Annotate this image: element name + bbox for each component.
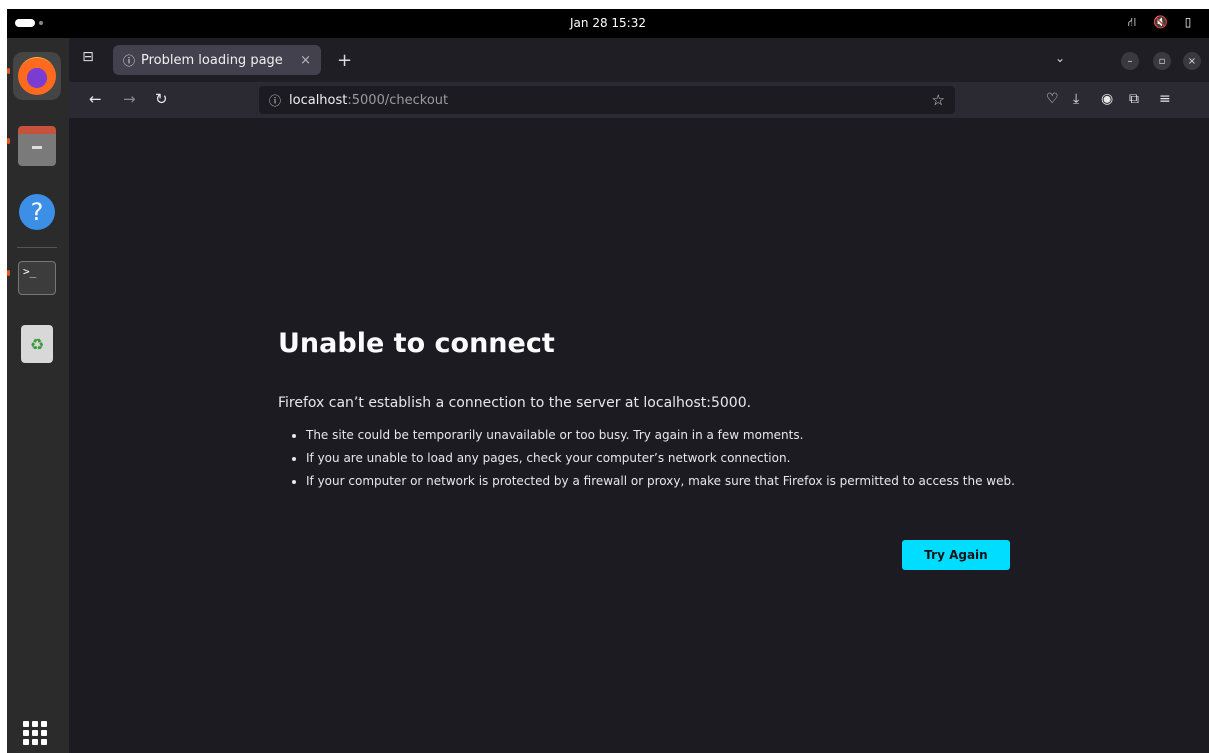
- list-item: If your computer or network is protected…: [306, 474, 1046, 489]
- trash-icon: ♻: [21, 325, 53, 363]
- help-icon: ?: [19, 194, 55, 230]
- new-tab-button[interactable]: +: [337, 50, 352, 71]
- show-apps-icon[interactable]: [23, 721, 47, 745]
- error-suggestions: The site could be temporarily unavailabl…: [278, 428, 1046, 497]
- running-indicator: [7, 270, 10, 276]
- system-tray[interactable]: ⛙ 🔇 ▯: [1125, 15, 1195, 31]
- network-icon[interactable]: ⛙: [1125, 15, 1139, 31]
- minimize-button[interactable]: –: [1121, 52, 1139, 70]
- pocket-icon[interactable]: ♡: [1046, 91, 1059, 107]
- extensions-icon[interactable]: ⧉: [1129, 91, 1139, 107]
- dock-files[interactable]: [13, 124, 61, 172]
- back-icon[interactable]: ←: [89, 90, 102, 108]
- downloads-icon[interactable]: ⤓: [1073, 91, 1079, 107]
- url-path: :5000/checkout: [347, 92, 449, 108]
- forward-icon[interactable]: →: [123, 90, 136, 108]
- dock: ? >_ ♻: [7, 38, 69, 753]
- error-description: Firefox can’t establish a connection to …: [278, 395, 752, 411]
- list-item: The site could be temporarily unavailabl…: [306, 428, 1046, 443]
- dock-help[interactable]: ?: [13, 188, 61, 236]
- account-icon[interactable]: ◉: [1101, 91, 1113, 107]
- system-top-bar: Jan 28 15:32 ⛙ 🔇 ▯: [7, 9, 1209, 38]
- error-page: Unable to connect Firefox can’t establis…: [69, 118, 1209, 753]
- navigation-toolbar: ← → ↻ ⓘ localhost:5000/checkout ☆ ♡ ⤓ ◉ …: [69, 82, 1209, 118]
- tab-strip: ⊟ ⓘ Problem loading page × + ⌄ – ▫ ×: [69, 38, 1209, 82]
- tab-problem-loading[interactable]: ⓘ Problem loading page ×: [113, 45, 321, 75]
- close-window-button[interactable]: ×: [1183, 52, 1201, 70]
- maximize-button[interactable]: ▫: [1153, 52, 1171, 70]
- menu-icon[interactable]: ≡: [1159, 91, 1171, 107]
- url-bar[interactable]: ⓘ localhost:5000/checkout ☆: [259, 86, 955, 114]
- running-indicator: [7, 138, 10, 144]
- terminal-icon: >_: [18, 261, 56, 295]
- volume-muted-icon[interactable]: 🔇: [1153, 15, 1168, 31]
- try-again-button[interactable]: Try Again: [902, 540, 1010, 570]
- files-icon: [18, 126, 56, 166]
- list-item: If you are unable to load any pages, che…: [306, 451, 1046, 466]
- firefox-icon: [18, 57, 56, 95]
- bookmark-star-icon[interactable]: ☆: [932, 91, 945, 109]
- site-info-icon[interactable]: ⓘ: [269, 92, 281, 109]
- desktop-screen: Jan 28 15:32 ⛙ 🔇 ▯ ? >_ ♻ ⊟ ⓘ Problem lo…: [7, 9, 1209, 753]
- terminal-prompt: >_: [23, 265, 37, 278]
- running-indicator: [7, 68, 10, 74]
- dock-firefox[interactable]: [13, 52, 61, 100]
- url-host: localhost: [289, 92, 348, 108]
- tab-overview-icon[interactable]: ⊟: [79, 48, 97, 66]
- error-title: Unable to connect: [278, 328, 555, 359]
- clock[interactable]: Jan 28 15:32: [7, 16, 1209, 30]
- info-icon: ⓘ: [123, 53, 136, 68]
- firefox-window: ⊟ ⓘ Problem loading page × + ⌄ – ▫ × ← →…: [69, 38, 1209, 753]
- reload-icon[interactable]: ↻: [155, 90, 168, 108]
- tab-title: Problem loading page: [141, 52, 283, 68]
- dock-trash[interactable]: ♻: [13, 320, 61, 368]
- dock-terminal[interactable]: >_: [13, 254, 61, 302]
- tab-close-icon[interactable]: ×: [300, 53, 311, 68]
- battery-icon[interactable]: ▯: [1181, 15, 1195, 31]
- dock-separator: [17, 247, 57, 248]
- list-all-tabs-icon[interactable]: ⌄: [1055, 51, 1065, 65]
